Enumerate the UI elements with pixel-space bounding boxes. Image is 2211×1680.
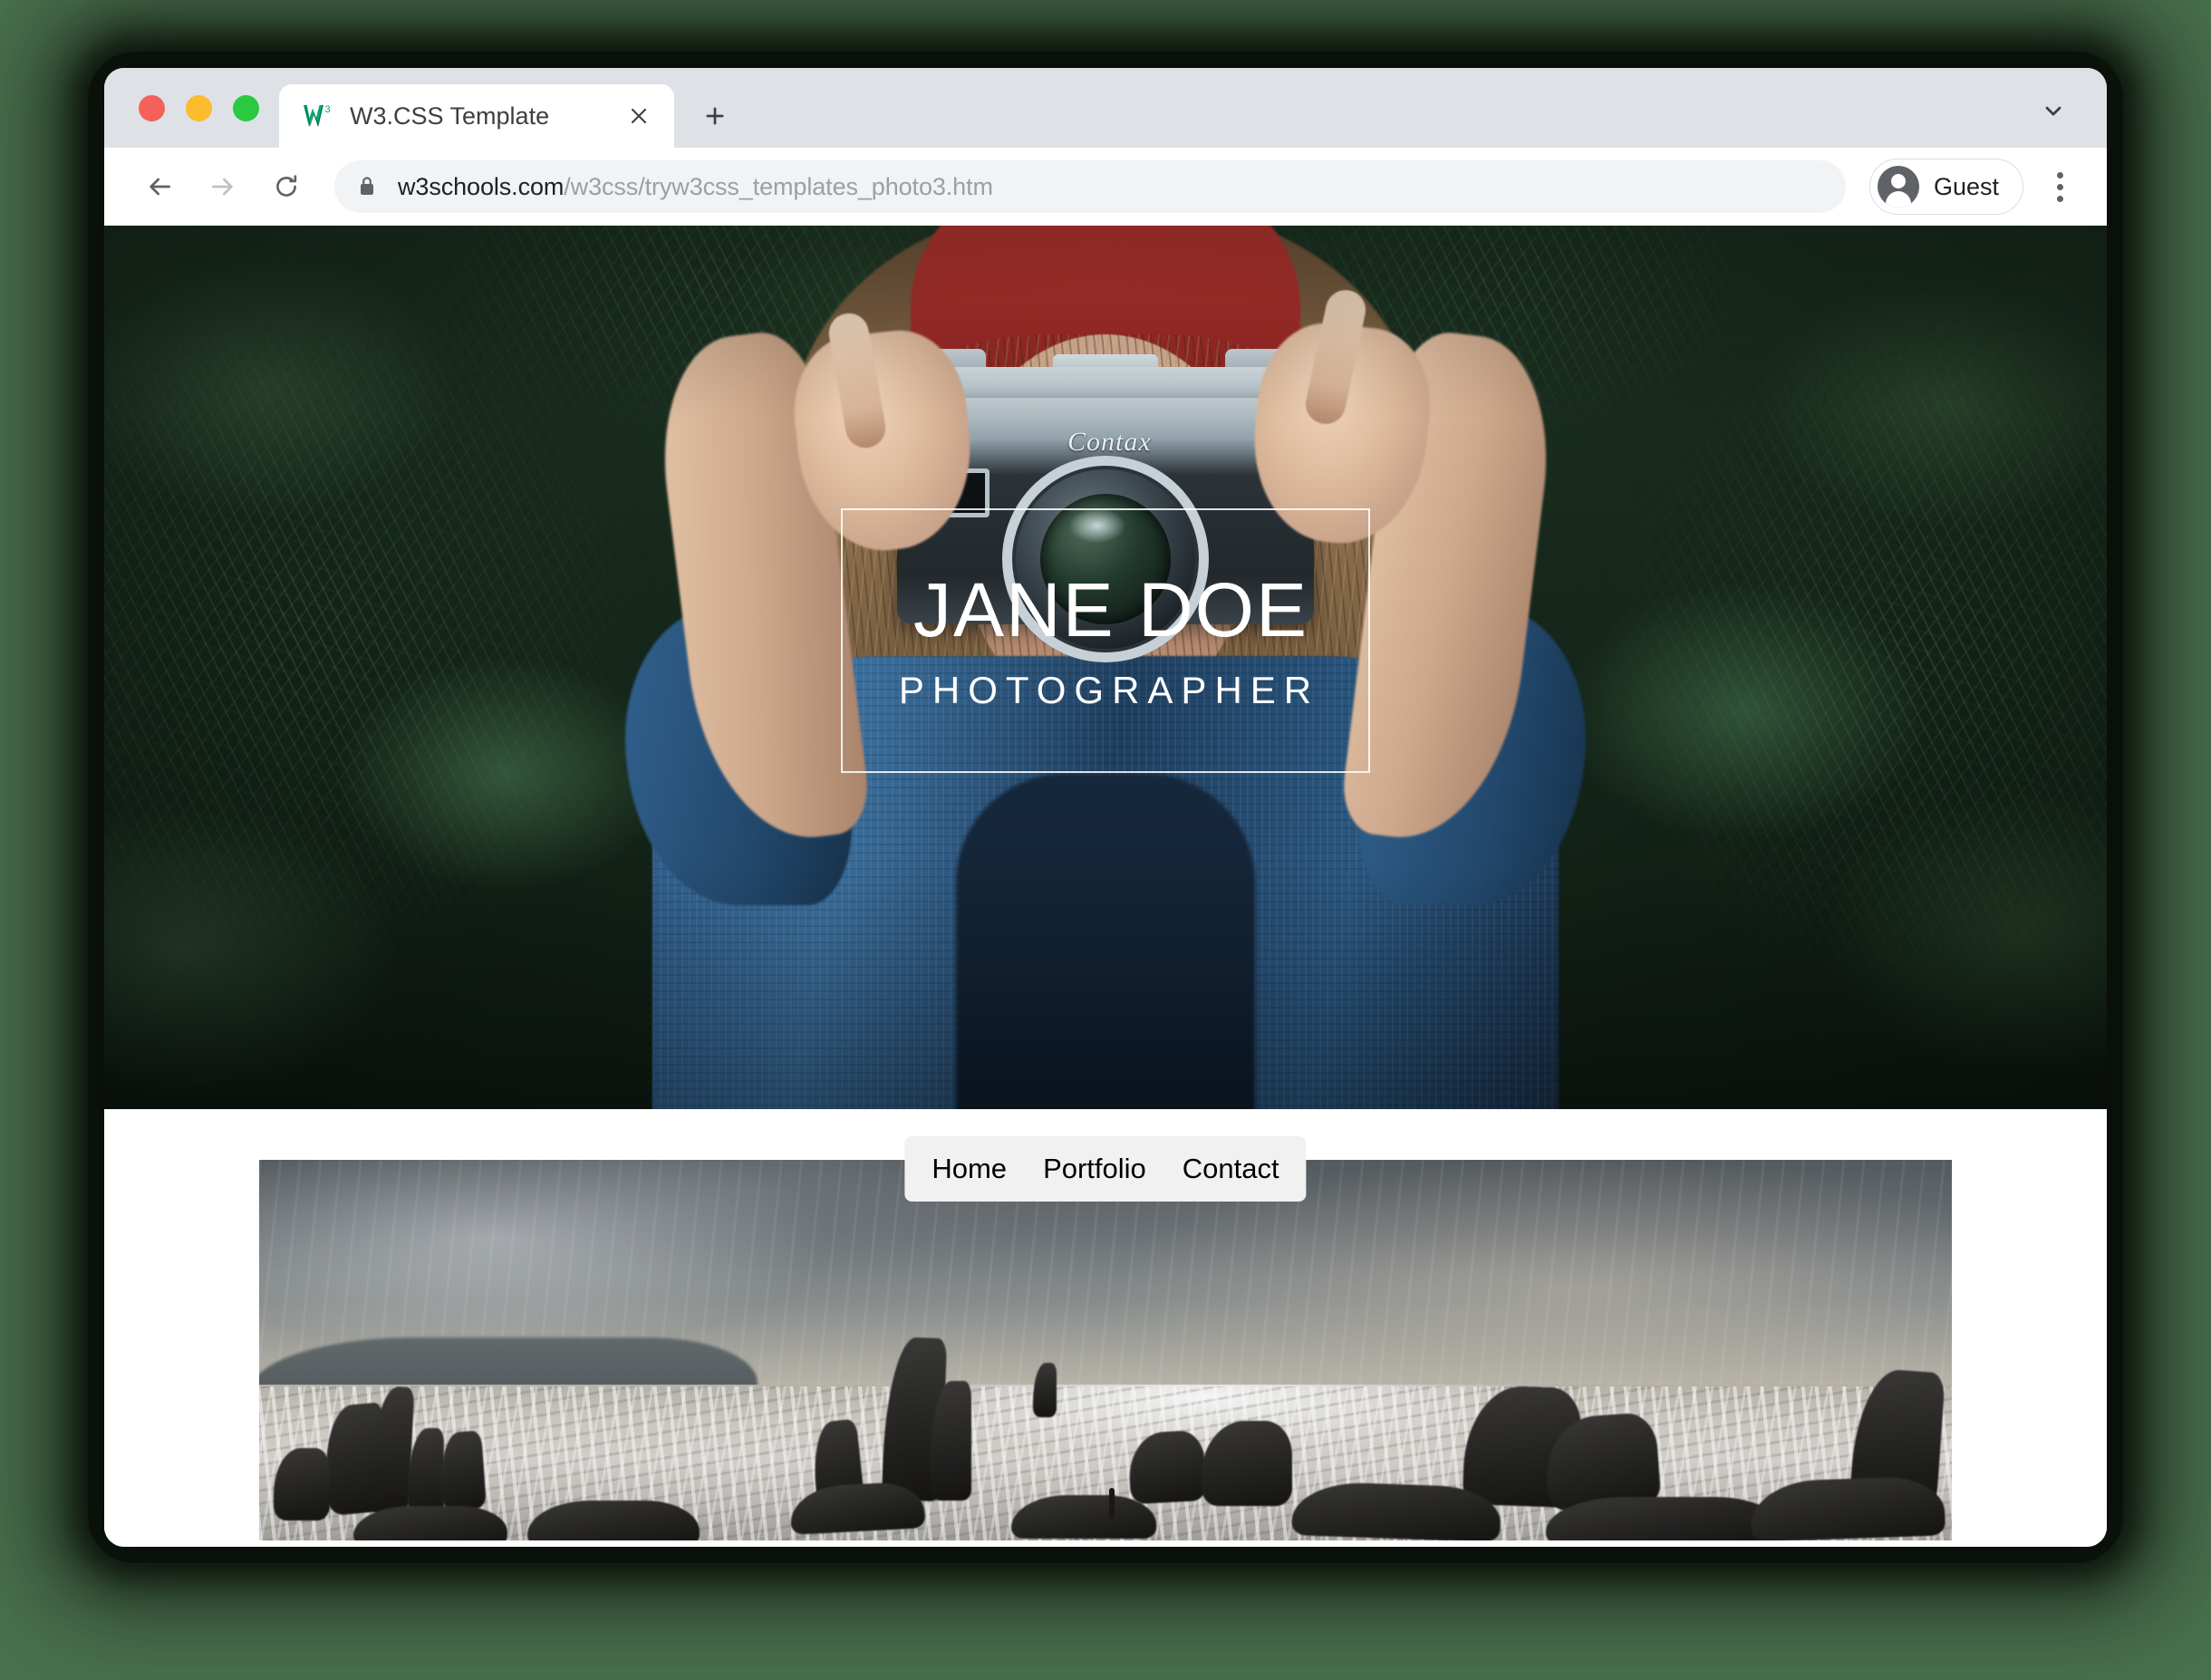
reload-button[interactable] xyxy=(258,159,314,215)
hero-banner: Contax JANE DOE PHOTOGRAPHER xyxy=(104,226,2107,1109)
three-dot-menu-icon[interactable] xyxy=(2034,159,2085,215)
photo-color-grade xyxy=(259,1160,1952,1540)
site-navbar: Home Portfolio Contact xyxy=(904,1136,1307,1202)
browser-window: 3 W3.CSS Template w3schools.com/w3css/tr… xyxy=(104,68,2107,1547)
tab-strip: 3 W3.CSS Template xyxy=(104,68,2107,148)
minimize-window-button[interactable] xyxy=(186,94,212,121)
tab-list: 3 W3.CSS Template xyxy=(279,68,743,148)
menu-dot xyxy=(2056,171,2063,179)
close-icon[interactable] xyxy=(622,99,656,133)
window-traffic-lights xyxy=(104,68,279,148)
svg-text:3: 3 xyxy=(325,104,331,115)
chevron-down-icon[interactable] xyxy=(2025,82,2081,139)
account-avatar-icon xyxy=(1877,166,1919,208)
nav-link-portfolio[interactable]: Portfolio xyxy=(1025,1136,1164,1202)
lock-icon xyxy=(358,175,378,198)
profile-label: Guest xyxy=(1933,172,1999,200)
address-bar-url: w3schools.com/w3css/tryw3css_templates_p… xyxy=(398,173,993,201)
gallery-photo-seascape[interactable] xyxy=(259,1160,1952,1540)
w3schools-logo-icon: 3 xyxy=(303,102,333,130)
hero-caption-box: JANE DOE PHOTOGRAPHER xyxy=(841,508,1370,773)
profile-button[interactable]: Guest xyxy=(1868,159,2023,215)
hero-subtitle: PHOTOGRAPHER xyxy=(898,669,1320,711)
url-host: w3schools.com xyxy=(398,172,565,200)
maximize-window-button[interactable] xyxy=(233,94,259,121)
url-path: /w3css/tryw3css_templates_photo3.htm xyxy=(564,172,993,200)
back-button[interactable] xyxy=(131,159,188,215)
browser-tab-title: W3.CSS Template xyxy=(350,101,550,130)
page-viewport: Contax JANE DOE PHOTOGRAPHER Home Portfo… xyxy=(104,226,2107,1547)
hero-name: JANE DOE xyxy=(912,567,1309,652)
nav-link-contact[interactable]: Contact xyxy=(1164,1136,1307,1202)
nav-link-home[interactable]: Home xyxy=(904,1136,1025,1202)
forward-button[interactable] xyxy=(195,159,251,215)
close-window-button[interactable] xyxy=(139,94,165,121)
browser-tab-active[interactable]: 3 W3.CSS Template xyxy=(279,84,674,148)
address-bar[interactable]: w3schools.com/w3css/tryw3css_templates_p… xyxy=(334,160,1846,213)
new-tab-button[interactable] xyxy=(687,88,743,144)
menu-dot xyxy=(2056,195,2063,202)
menu-dot xyxy=(2056,183,2063,190)
browser-toolbar: w3schools.com/w3css/tryw3css_templates_p… xyxy=(104,148,2107,226)
